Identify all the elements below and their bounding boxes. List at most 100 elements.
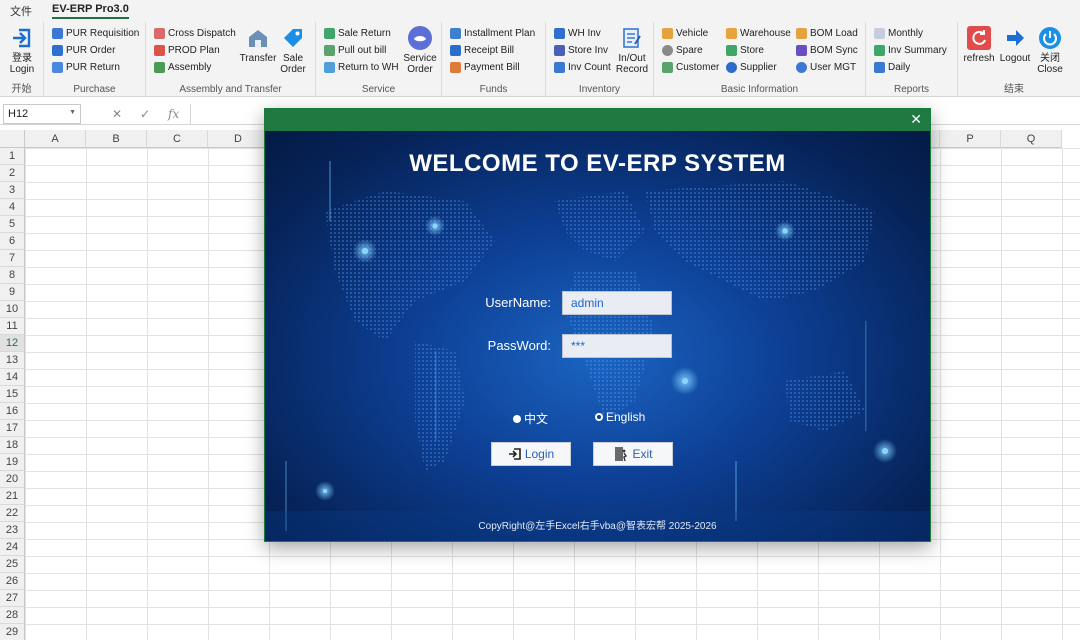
username-field[interactable] [562, 291, 672, 315]
sale-order-button[interactable]: Sale Order [278, 25, 308, 75]
spare-button[interactable]: Spare [662, 43, 703, 58]
row-header[interactable]: 15 [0, 386, 25, 403]
row-header[interactable]: 29 [0, 624, 25, 640]
language-radio-english[interactable]: English [595, 410, 645, 424]
logout-button[interactable]: Logout [998, 25, 1032, 64]
copyright-text: CopyRight@左手Excel右手vba@智表宏帮 2025-2026 [478, 521, 717, 532]
row-header[interactable]: 26 [0, 573, 25, 590]
inv-summary-button[interactable]: Inv Summary [874, 43, 947, 58]
row-header[interactable]: 23 [0, 522, 25, 539]
name-box[interactable]: H12 ▼ [3, 104, 81, 124]
row-header[interactable]: 28 [0, 607, 25, 624]
refresh-button[interactable]: refresh [962, 25, 996, 64]
row-header[interactable]: 5 [0, 216, 25, 233]
receipt-bill-button[interactable]: Receipt Bill [450, 43, 514, 58]
column-header[interactable]: C [147, 130, 208, 148]
row-header[interactable]: 19 [0, 454, 25, 471]
login-ribbon-button[interactable]: 登录 Login [8, 25, 36, 75]
row-header[interactable]: 20 [0, 471, 25, 488]
vehicle-button[interactable]: Vehicle [662, 26, 708, 41]
close-icon[interactable]: ✕ [910, 111, 922, 128]
bom-load-button[interactable]: BOM Load [796, 26, 858, 41]
return-to-wh-button[interactable]: Return to WH [324, 60, 399, 75]
row-header[interactable]: 6 [0, 233, 25, 250]
warehouse-button[interactable]: Warehouse [726, 26, 791, 41]
bom-sync-button[interactable]: BOM Sync [796, 43, 858, 58]
row-header[interactable]: 12 [0, 335, 25, 352]
pull-out-bill-button[interactable]: Pull out bill [324, 43, 386, 58]
exit-button[interactable]: Exit [593, 442, 673, 466]
row-header[interactable]: 2 [0, 165, 25, 182]
store-icon [726, 45, 737, 56]
row-header[interactable]: 9 [0, 284, 25, 301]
wh-inv-button[interactable]: WH Inv [554, 26, 601, 41]
row-header[interactable]: 4 [0, 199, 25, 216]
chevron-down-icon[interactable]: ▼ [69, 109, 76, 116]
row-header[interactable]: 25 [0, 556, 25, 573]
row-header[interactable]: 11 [0, 318, 25, 335]
row-header[interactable]: 3 [0, 182, 25, 199]
row-header[interactable]: 24 [0, 539, 25, 556]
transfer-label: Transfer [239, 53, 277, 64]
row-header[interactable]: 16 [0, 403, 25, 420]
column-header[interactable]: D [208, 130, 269, 148]
group-basic-information: Vehicle Spare Customer Warehouse Store S… [654, 22, 866, 97]
installment-plan-button[interactable]: Installment Plan [450, 26, 535, 41]
customer-label: Customer [676, 62, 720, 73]
row-header[interactable]: 10 [0, 301, 25, 318]
supplier-icon [726, 62, 737, 73]
column-header[interactable]: P [940, 130, 1001, 148]
group-label-reports: Reports [893, 84, 929, 95]
pur-return-button[interactable]: PUR Return [52, 60, 120, 75]
assembly-button[interactable]: Assembly [154, 60, 211, 75]
close-ribbon-button[interactable]: 关闭 Close [1034, 25, 1066, 75]
logout-label: Logout [999, 53, 1031, 64]
supplier-button[interactable]: Supplier [726, 60, 777, 75]
group-label-basic: Basic Information [720, 84, 799, 95]
password-field[interactable] [562, 334, 672, 358]
daily-button[interactable]: Daily [874, 60, 910, 75]
row-header[interactable]: 1 [0, 148, 25, 165]
row-header[interactable]: 18 [0, 437, 25, 454]
row-header[interactable]: 14 [0, 369, 25, 386]
customer-button[interactable]: Customer [662, 60, 719, 75]
inv-count-button[interactable]: Inv Count [554, 60, 611, 75]
inout-record-button[interactable]: In/Out Record [614, 25, 650, 75]
assembly-icon [154, 62, 165, 73]
spare-label: Spare [676, 45, 703, 56]
vehicle-label: Vehicle [676, 28, 709, 39]
vehicle-icon [662, 28, 673, 39]
daily-label: Daily [888, 62, 911, 73]
select-all-corner[interactable] [0, 130, 25, 148]
pur-order-button[interactable]: PUR Order [52, 43, 115, 58]
fx-icon[interactable]: fx [168, 107, 179, 121]
tab-ev-erp[interactable]: EV-ERP Pro3.0 [52, 3, 129, 19]
cross-dispatch-button[interactable]: Cross Dispatch [154, 26, 236, 41]
language-radio-chinese[interactable]: 中文 [513, 410, 548, 427]
prod-plan-button[interactable]: PROD Plan [154, 43, 220, 58]
row-header[interactable]: 27 [0, 590, 25, 607]
transfer-button[interactable]: Transfer [238, 25, 278, 64]
row-header[interactable]: 8 [0, 267, 25, 284]
row-header[interactable]: 22 [0, 505, 25, 522]
service-order-button[interactable]: Service Order [402, 25, 438, 75]
sale-return-button[interactable]: Sale Return [324, 26, 391, 41]
pur-requisition-button[interactable]: PUR Requisition [52, 26, 139, 41]
store-inv-button[interactable]: Store Inv [554, 43, 608, 58]
row-header[interactable]: 21 [0, 488, 25, 505]
cancel-icon[interactable]: ✕ [112, 107, 122, 121]
row-header[interactable]: 13 [0, 352, 25, 369]
login-label: Login [524, 447, 555, 461]
row-header[interactable]: 17 [0, 420, 25, 437]
user-mgt-button[interactable]: User MGT [796, 60, 856, 75]
column-header[interactable]: Q [1001, 130, 1062, 148]
monthly-button[interactable]: Monthly [874, 26, 923, 41]
login-button[interactable]: Login [491, 442, 571, 466]
tab-file[interactable]: 文件 [10, 3, 32, 19]
store-button[interactable]: Store [726, 43, 764, 58]
check-icon[interactable]: ✓ [140, 107, 150, 121]
payment-bill-button[interactable]: Payment Bill [450, 60, 520, 75]
column-header[interactable]: B [86, 130, 147, 148]
row-header[interactable]: 7 [0, 250, 25, 267]
column-header[interactable]: A [25, 130, 86, 148]
